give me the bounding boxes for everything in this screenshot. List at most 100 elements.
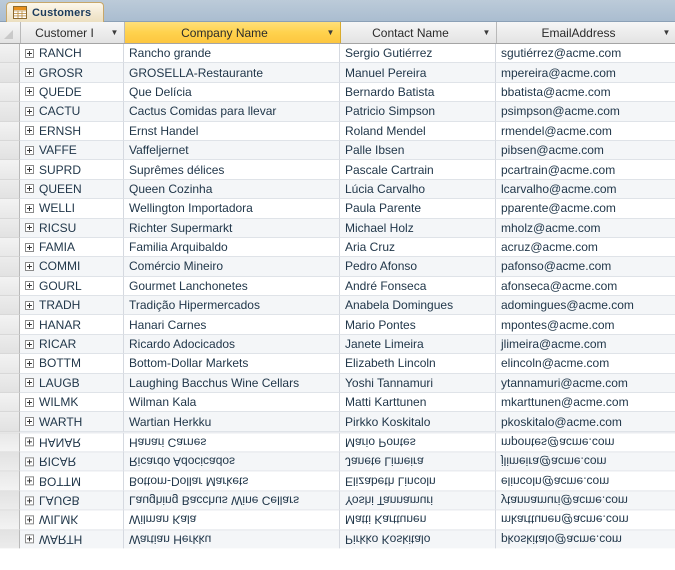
cell-email-address[interactable]: jlimeira@acme.com xyxy=(496,451,675,471)
chevron-down-icon[interactable]: ▼ xyxy=(480,28,493,37)
cell-company-name[interactable]: Richter Supermarkt xyxy=(124,218,340,238)
cell-company-name[interactable]: Wartian Herkku xyxy=(124,528,340,549)
cell-contact-name[interactable]: Pascale Cartrain xyxy=(340,160,496,180)
expand-subdatasheet-icon[interactable] xyxy=(25,87,34,97)
cell-email-address[interactable]: lcarvalho@acme.com xyxy=(496,179,675,200)
expand-subdatasheet-icon[interactable] xyxy=(25,534,34,544)
table-row[interactable]: SUPRD Suprêmes délices Pascale Cartrain pca… xyxy=(0,160,675,180)
row-selector[interactable] xyxy=(0,199,20,219)
row-selector[interactable] xyxy=(0,412,20,432)
table-row[interactable]: WILMK Wilman Kala Matti Karttunen mkarttune… xyxy=(0,393,675,413)
cell-email-address[interactable]: pparente@acme.com xyxy=(496,199,675,219)
row-selector[interactable] xyxy=(0,237,20,258)
expand-subdatasheet-icon[interactable] xyxy=(25,126,34,136)
cell-email-address[interactable]: bbatista@acme.com xyxy=(496,82,675,103)
cell-contact-name[interactable]: Pedro Afonso xyxy=(340,257,496,277)
cell-email-address[interactable]: mpereira@acme.com xyxy=(496,63,675,83)
table-row[interactable]: WILMK Wilman Kala Matti Karttunen mkarttune… xyxy=(0,509,675,529)
table-row[interactable]: BOTTM Bottom-Dollar Markets Elizabeth Linc… xyxy=(0,470,675,490)
cell-contact-name[interactable]: André Fonseca xyxy=(340,276,496,297)
column-header-company-name[interactable]: Company Name ▼ xyxy=(125,22,341,43)
cell-company-name[interactable]: Bottom-Dollar Markets xyxy=(124,470,340,490)
row-selector[interactable] xyxy=(0,451,20,471)
expand-subdatasheet-icon[interactable] xyxy=(25,165,34,175)
cell-company-name[interactable]: Laughing Bacchus Wine Cellars xyxy=(124,373,340,394)
cell-customer-id[interactable]: VAFFE xyxy=(20,140,124,161)
cell-contact-name[interactable]: Michael Holz xyxy=(340,218,496,238)
expand-subdatasheet-icon[interactable] xyxy=(25,106,34,116)
column-header-customer-id[interactable]: Customer I ▼ xyxy=(21,22,125,43)
cell-contact-name[interactable]: Elizabeth Lincoln xyxy=(340,354,496,374)
cell-email-address[interactable]: jlimeira@acme.com xyxy=(496,334,675,355)
cell-company-name[interactable]: Vaffeljernet xyxy=(124,140,340,161)
table-row[interactable]: VAFFE Vaffeljernet Palle Ibsen pibsen@acme.… xyxy=(0,140,675,161)
chevron-down-icon[interactable]: ▼ xyxy=(660,28,673,37)
row-selector[interactable] xyxy=(0,431,20,452)
row-selector[interactable] xyxy=(0,140,20,161)
cell-email-address[interactable]: mkarttunen@acme.com xyxy=(496,393,675,413)
cell-contact-name[interactable]: Pirkko Koskitalo xyxy=(340,528,496,549)
table-row[interactable]: WARTH Wartian Herkku Pirkko Koskitalo pkosk… xyxy=(0,412,675,432)
cell-company-name[interactable]: Hanari Carnes xyxy=(124,431,340,452)
cell-company-name[interactable]: Suprêmes délices xyxy=(124,160,340,180)
cell-contact-name[interactable]: Bernardo Batista xyxy=(340,82,496,103)
cell-customer-id[interactable]: RICSU xyxy=(20,218,124,238)
expand-subdatasheet-icon[interactable] xyxy=(25,339,34,349)
cell-company-name[interactable]: GROSELLA-Restaurante xyxy=(124,63,340,83)
cell-contact-name[interactable]: Janete Limeira xyxy=(340,334,496,355)
row-selector[interactable] xyxy=(0,257,20,277)
table-row[interactable]: GOURL Gourmet Lanchonetes André Fonseca afo… xyxy=(0,276,675,297)
expand-subdatasheet-icon[interactable] xyxy=(25,437,34,447)
expand-subdatasheet-icon[interactable] xyxy=(25,397,34,407)
column-header-email-address[interactable]: EmailAddress ▼ xyxy=(497,22,675,43)
cell-customer-id[interactable]: TRADH xyxy=(20,296,124,316)
cell-customer-id[interactable]: HANAR xyxy=(20,431,124,452)
cell-email-address[interactable]: pafonso@acme.com xyxy=(496,257,675,277)
cell-contact-name[interactable]: Matti Karttunen xyxy=(340,393,496,413)
cell-contact-name[interactable]: Janete Limeira xyxy=(340,451,496,471)
cell-customer-id[interactable]: LAUGB xyxy=(20,489,124,510)
table-row[interactable]: RANCH Rancho grande Sergio Gutiérrez sgutié… xyxy=(0,44,675,64)
cell-email-address[interactable]: ytannamuri@acme.com xyxy=(496,373,675,394)
cell-customer-id[interactable]: GOURL xyxy=(20,276,124,297)
cell-company-name[interactable]: Queen Cozinha xyxy=(124,179,340,200)
cell-contact-name[interactable]: Yoshi Tannamuri xyxy=(340,489,496,510)
column-header-contact-name[interactable]: Contact Name ▼ xyxy=(341,22,497,43)
row-selector[interactable] xyxy=(0,276,20,297)
row-selector[interactable] xyxy=(0,63,20,83)
cell-customer-id[interactable]: SUPRD xyxy=(20,160,124,180)
cell-email-address[interactable]: elincoln@acme.com xyxy=(496,354,675,374)
cell-company-name[interactable]: Gourmet Lanchonetes xyxy=(124,276,340,297)
cell-email-address[interactable]: pkoskitalo@acme.com xyxy=(496,528,675,549)
table-row[interactable]: RICAR Ricardo Adocicados Janete Limeira jli… xyxy=(0,451,675,471)
cell-company-name[interactable]: Hanari Carnes xyxy=(124,315,340,335)
cell-company-name[interactable]: Wilman Kala xyxy=(124,393,340,413)
cell-customer-id[interactable]: BOTTM xyxy=(20,470,124,490)
datasheet-grid[interactable]: Customer I ▼ Company Name ▼ Contact Name… xyxy=(0,22,675,550)
cell-email-address[interactable]: psimpson@acme.com xyxy=(496,102,675,122)
cell-customer-id[interactable]: GROSR xyxy=(20,63,124,83)
expand-subdatasheet-icon[interactable] xyxy=(25,261,34,271)
cell-contact-name[interactable]: Yoshi Tannamuri xyxy=(340,373,496,394)
expand-subdatasheet-icon[interactable] xyxy=(25,476,34,486)
cell-email-address[interactable]: pkoskitalo@acme.com xyxy=(496,412,675,432)
cell-customer-id[interactable]: WARTH xyxy=(20,412,124,432)
cell-customer-id[interactable]: QUEEN xyxy=(20,179,124,200)
cell-contact-name[interactable]: Patricio Simpson xyxy=(340,102,496,122)
cell-company-name[interactable]: Bottom-Dollar Markets xyxy=(124,354,340,374)
cell-contact-name[interactable]: Elizabeth Lincoln xyxy=(340,470,496,490)
expand-subdatasheet-icon[interactable] xyxy=(25,223,34,233)
cell-customer-id[interactable]: FAMIA xyxy=(20,237,124,258)
expand-subdatasheet-icon[interactable] xyxy=(25,281,34,291)
select-all-corner[interactable] xyxy=(0,22,21,43)
table-row[interactable]: QUEDE Que Delícia Bernardo Batista bbatista… xyxy=(0,82,675,103)
cell-company-name[interactable]: Rancho grande xyxy=(124,44,340,64)
table-row[interactable]: GROSR GROSELLA-Restaurante Manuel Pereira m… xyxy=(0,63,675,83)
cell-customer-id[interactable]: COMMI xyxy=(20,257,124,277)
tab-customers[interactable]: Customers xyxy=(6,2,105,22)
cell-customer-id[interactable]: LAUGB xyxy=(20,373,124,394)
row-selector[interactable] xyxy=(0,82,20,103)
cell-email-address[interactable]: elincoln@acme.com xyxy=(496,470,675,490)
cell-email-address[interactable]: pibsen@acme.com xyxy=(496,140,675,161)
table-row[interactable]: ERNSH Ernst Handel Roland Mendel rmendel@ac… xyxy=(0,121,675,141)
